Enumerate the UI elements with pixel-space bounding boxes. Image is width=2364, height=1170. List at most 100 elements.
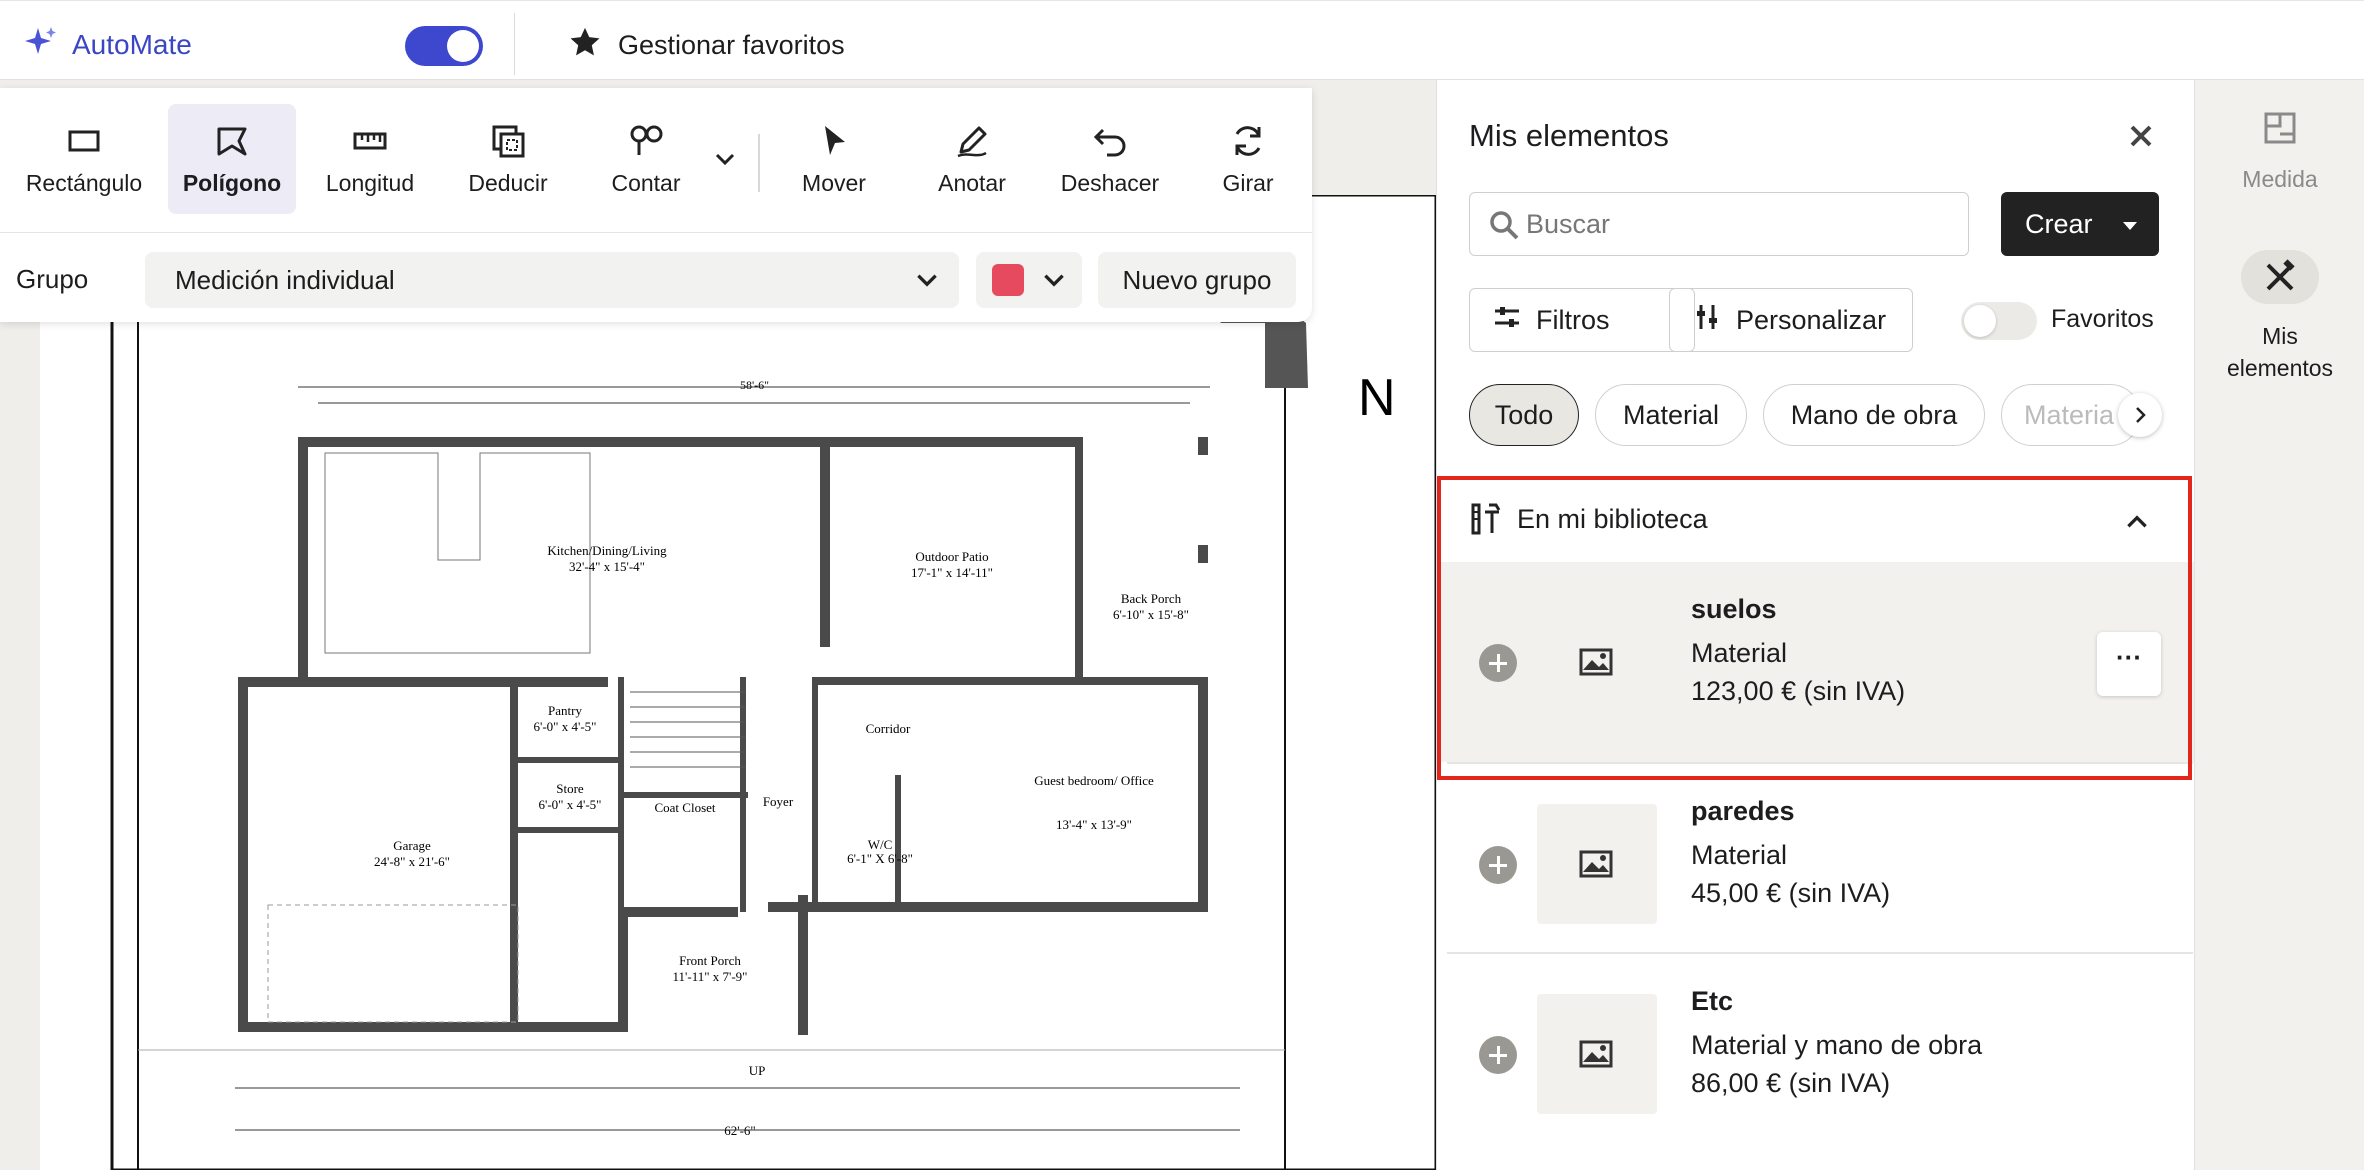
svg-text:Garage: Garage — [393, 838, 431, 853]
color-swatch — [992, 264, 1024, 296]
group-color-select[interactable] — [976, 252, 1082, 308]
svg-text:Guest bedroom/ Office: Guest bedroom/ Office — [1034, 773, 1154, 788]
close-icon[interactable] — [2125, 120, 2157, 152]
star-icon — [568, 25, 602, 66]
tool-list: Rectángulo Polígono Longitud Deducir Con… — [0, 88, 1312, 232]
image-icon — [1579, 1040, 1613, 1068]
customize-button[interactable]: Personalizar — [1669, 288, 1913, 352]
divider — [0, 232, 1312, 233]
item-price: 45,00 € (sin IVA) — [1691, 878, 1891, 908]
right-rail: Medida Mis elementos — [2194, 80, 2364, 1170]
automate-brand[interactable]: AutoMate — [24, 25, 192, 64]
svg-text:24'-8" x 21'-6": 24'-8" x 21'-6" — [374, 854, 450, 869]
panel-title: Mis elementos — [1469, 118, 1669, 153]
more-options-button[interactable]: ··· — [2097, 632, 2161, 696]
automate-toggle[interactable] — [405, 26, 483, 66]
tool-undo[interactable]: Deshacer — [1046, 104, 1174, 214]
item-type: Material — [1691, 840, 1788, 870]
image-icon — [1579, 850, 1613, 878]
group-select[interactable]: Medición individual — [145, 252, 959, 308]
more-tools-chevron-icon[interactable] — [712, 146, 738, 177]
deduct-icon — [492, 125, 525, 157]
chip-all[interactable]: Todo — [1469, 384, 1579, 446]
tool-polygon[interactable]: Polígono — [168, 104, 296, 214]
library-item[interactable]: paredes Material 45,00 € (sin IVA) — [1439, 764, 2195, 964]
svg-text:Pantry: Pantry — [548, 703, 582, 718]
favorites-label: Favoritos — [2051, 305, 2154, 333]
favorites-toggle[interactable] — [1961, 302, 2037, 340]
item-name: paredes — [1691, 796, 1795, 826]
floorplan-sheet[interactable]: N 58'-6" Kitchen/Dining/Living 32'-4" x … — [40, 193, 1438, 1170]
svg-text:6'-0" x 4'-5": 6'-0" x 4'-5" — [534, 719, 597, 734]
library-item[interactable]: Etc Material y mano de obra 86,00 € (sin… — [1439, 954, 2195, 1154]
tool-length[interactable]: Longitud — [306, 104, 434, 214]
svg-text:Kitchen/Dining/Living: Kitchen/Dining/Living — [547, 543, 667, 558]
filters-label: Filtros — [1536, 304, 1610, 335]
svg-text:Corridor: Corridor — [866, 721, 911, 736]
item-thumbnail — [1537, 804, 1657, 924]
svg-text:17'-1" x 14'-11": 17'-1" x 14'-11" — [911, 565, 993, 580]
rail-label: Medida — [2242, 166, 2318, 192]
rail-item-measure[interactable]: Medida — [2195, 108, 2364, 193]
tool-move[interactable]: Mover — [770, 104, 898, 214]
group-row: Grupo Medición individual Nuevo grupo — [0, 236, 1312, 322]
rail-item-my-elements[interactable]: Mis elementos — [2195, 250, 2364, 384]
search-icon — [1488, 209, 1520, 246]
library-label: En mi biblioteca — [1517, 504, 1708, 534]
search-field[interactable] — [1469, 192, 1969, 256]
tool-deduct[interactable]: Deducir — [444, 104, 572, 214]
chevron-down-icon — [1040, 266, 1068, 299]
create-button[interactable]: Crear — [2001, 192, 2159, 256]
tool-annotate[interactable]: Anotar — [908, 104, 1036, 214]
add-icon[interactable] — [1479, 846, 1517, 884]
tool-count[interactable]: Contar — [582, 104, 710, 214]
tool-rotate[interactable]: Girar — [1184, 104, 1312, 214]
svg-text:6'-10" x 15'-8": 6'-10" x 15'-8" — [1113, 607, 1189, 622]
tool-separator — [758, 134, 760, 192]
item-thumbnail — [1537, 994, 1657, 1114]
new-group-button[interactable]: Nuevo grupo — [1098, 252, 1296, 308]
library-section-header[interactable]: En mi biblioteca — [1439, 480, 2195, 560]
item-name: suelos — [1691, 594, 1777, 624]
svg-text:Store: Store — [556, 781, 584, 796]
customize-label: Personalizar — [1736, 304, 1887, 335]
add-icon[interactable] — [1479, 1036, 1517, 1074]
chevron-down-icon — [913, 266, 941, 301]
item-type: Material — [1691, 638, 1788, 668]
tools-icon — [2241, 250, 2319, 304]
chip-material[interactable]: Material — [1595, 384, 1747, 446]
svg-text:Foyer: Foyer — [763, 794, 794, 809]
create-label: Crear — [2025, 209, 2093, 239]
rotate-icon — [1235, 125, 1261, 156]
svg-text:Outdoor Patio: Outdoor Patio — [915, 549, 988, 564]
item-name: Etc — [1691, 986, 1734, 1016]
caret-down-icon — [2123, 222, 2137, 230]
pen-icon — [957, 126, 987, 157]
rail-label: Mis elementos — [2226, 323, 2334, 381]
svg-text:6'-1" X 6'-8": 6'-1" X 6'-8" — [847, 851, 913, 866]
library-item[interactable]: suelos Material 123,00 € (sin IVA) ··· — [1439, 562, 2195, 762]
ruler-icon — [353, 132, 387, 149]
app-root: AutoMate Gestionar favoritos N 58'-6" Ki… — [0, 0, 2364, 1170]
search-input[interactable] — [1526, 207, 1946, 241]
chevron-up-icon — [2123, 508, 2151, 541]
chip-labor[interactable]: Mano de obra — [1763, 384, 1985, 446]
item-type: Material y mano de obra — [1691, 1030, 1983, 1060]
chevron-right-icon[interactable] — [2118, 393, 2162, 437]
tool-rectangle[interactable]: Rectángulo — [10, 104, 158, 214]
svg-text:W/C: W/C — [868, 837, 893, 852]
sliders-icon — [1492, 302, 1522, 339]
customize-icon — [1692, 302, 1722, 339]
svg-text:UP: UP — [749, 1063, 766, 1078]
item-thumbnail — [1537, 602, 1657, 722]
tools-icon — [1469, 502, 1503, 541]
filters-button[interactable]: Filtros — [1469, 288, 1695, 352]
manage-favorites-label: Gestionar favoritos — [618, 30, 845, 60]
svg-text:32'-4" x 15'-4": 32'-4" x 15'-4" — [569, 559, 645, 574]
manage-favorites-button[interactable]: Gestionar favoritos — [568, 25, 845, 66]
add-icon[interactable] — [1479, 644, 1517, 682]
svg-text:13'-4" x 13'-9": 13'-4" x 13'-9" — [1056, 817, 1132, 832]
cursor-icon — [825, 125, 845, 155]
svg-text:58'-6": 58'-6" — [740, 378, 769, 392]
divider — [514, 13, 515, 75]
